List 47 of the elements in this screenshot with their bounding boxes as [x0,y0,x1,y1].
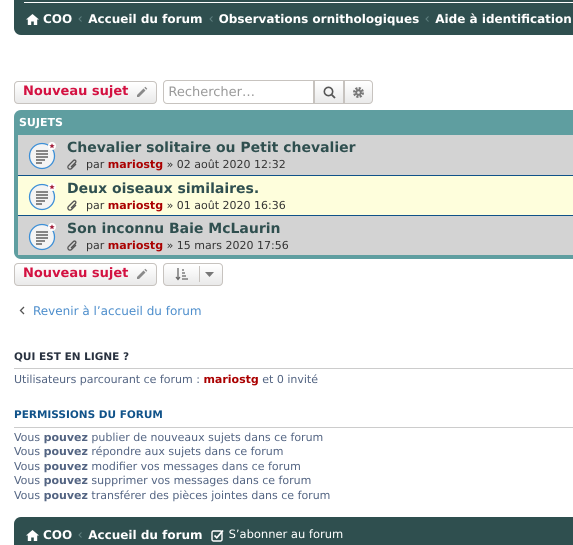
topics-header: SUJETS [18,115,64,131]
breadcrumb-link[interactable]: COO [26,10,72,28]
permission-line: Vous pouvez publier de nouveaux sujets dans ce forum [14,430,324,445]
section-title: PERMISSIONS DU FORUM [14,408,573,428]
subscribe-link[interactable]: S’abonner au forum [210,526,344,544]
permission-line: Vous pouvez répondre aux sujets dans ce forum [14,445,284,460]
separator-icon [78,16,82,22]
caret-icon [205,272,214,276]
new-topic-button[interactable]: Nouveau sujet [14,262,158,286]
topic-title[interactable]: Deux oiseaux similaires. [67,180,286,198]
separator-icon [425,16,430,22]
permission-line: Vous pouvez supprimer vos messages dans ce forum [14,474,312,488]
topic-row[interactable]: Deux oiseaux similaires. par mariostg » 01 août 2020 16:36 [18,174,573,214]
separator-icon [208,16,213,22]
topic-unread-icon [28,180,58,210]
topic-unread-icon [28,140,58,170]
topic-title[interactable]: Son inconnu Baie McLaurin [67,220,289,238]
topic-unread-icon [28,220,58,250]
search-field[interactable]: Rechercher… [163,80,314,104]
search-icon [322,86,336,98]
pencil-icon [136,86,148,98]
topic-row[interactable]: Chevalier solitaire ou Petit chevalier par mariostg » 02 août 2020 12:32 [18,134,573,174]
topic-row[interactable]: Son inconnu Baie McLaurin par mariostg » 15 mars 2020 17:56 [18,214,573,254]
topic-meta: par mariostg » 02 août 2020 12:32 [86,156,286,172]
breadcrumb-link[interactable]: Accueil du forum [88,526,203,544]
topic-meta: par mariostg » 15 mars 2020 17:56 [86,238,289,254]
breadcrumb-link[interactable]: Observations ornithologiques [218,10,420,28]
breadcrumb-link[interactable]: Accueil du forum [88,10,203,28]
sort-options-button[interactable] [163,262,224,286]
chevron-left-icon [19,306,25,315]
new-topic-button[interactable]: Nouveau sujet [14,80,158,104]
breadcrumb-link[interactable]: COO [26,526,72,544]
separator-icon [78,532,82,538]
advanced-search-button[interactable] [344,80,374,104]
permission-line: Vous pouvez transférer des pièces jointes dans ce forum [14,488,332,503]
online-users-text: Utilisateurs parcourant ce forum : mariostg et 0 invité [14,372,320,388]
settings-icon [352,86,366,98]
breadcrumb-link[interactable]: Aide à identification [435,10,572,28]
pencil-icon [136,268,148,280]
back-link[interactable]: Revenir à l’accueil du forum [33,302,202,320]
search-button[interactable] [314,80,344,104]
topic-meta: par mariostg » 01 août 2020 16:36 [86,198,286,214]
section-title: QUI EST EN LIGNE ? [14,350,573,370]
permission-line: Vous pouvez modifier vos messages dans ce forum [14,460,302,474]
checkbox-icon [210,528,224,542]
topic-title[interactable]: Chevalier solitaire ou Petit chevalier [67,140,356,156]
sort-icon [175,267,190,281]
